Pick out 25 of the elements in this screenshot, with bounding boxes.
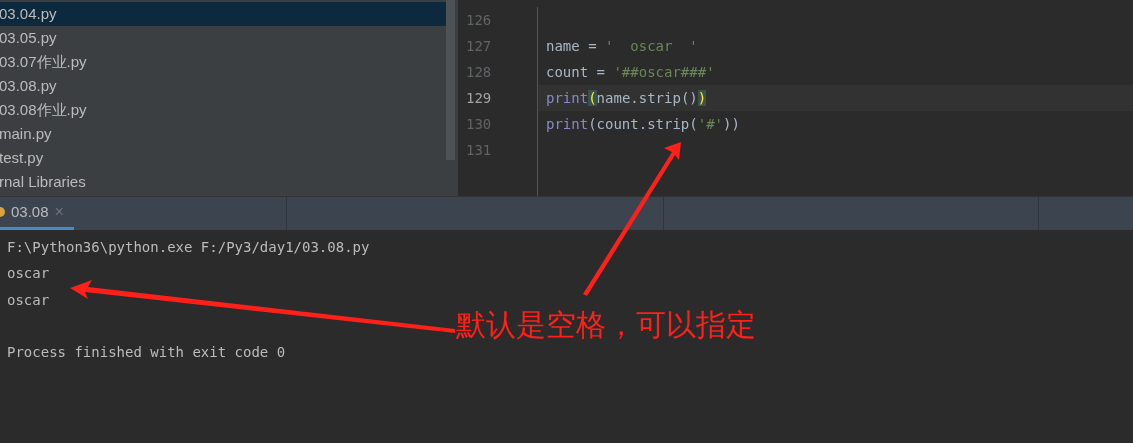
run-config-icon: [0, 207, 5, 217]
line-number: 128: [465, 63, 492, 82]
line-number: 127: [465, 37, 492, 56]
console-line: oscar: [7, 291, 50, 308]
scrollbar-thumb[interactable]: [446, 0, 455, 160]
line-number: 130: [465, 115, 492, 134]
code-line: print(count.strip('#')): [546, 116, 740, 132]
line-number: 131: [465, 141, 492, 160]
annotation-text: 默认是空格，可以指定: [456, 307, 756, 343]
file-tree-item[interactable]: 03.07作业.py: [0, 50, 446, 74]
console-line: F:\Python36\python.exe F:/Py3/day1/03.08.py: [7, 239, 370, 255]
code-line: print(name.strip()): [546, 90, 707, 106]
line-number: 126: [465, 11, 492, 30]
file-tree-item[interactable]: main.py: [0, 122, 446, 146]
file-tree-item[interactable]: 03.08.py: [0, 74, 446, 98]
line-number: 129: [465, 89, 492, 108]
console-line: oscar: [7, 265, 50, 282]
code-line: count = '##oscar###': [546, 64, 715, 80]
file-tree-item[interactable]: 03.04.py: [0, 2, 446, 26]
code-line: name = ' oscar ': [546, 38, 698, 54]
file-tree-item[interactable]: rnal Libraries: [0, 170, 446, 194]
file-tree-item[interactable]: 03.05.py: [0, 26, 446, 50]
file-tree-item[interactable]: test.py: [0, 146, 446, 170]
file-tree-item[interactable]: 03.08作业.py: [0, 98, 446, 122]
console-line: Process finished with exit code 0: [7, 344, 286, 361]
